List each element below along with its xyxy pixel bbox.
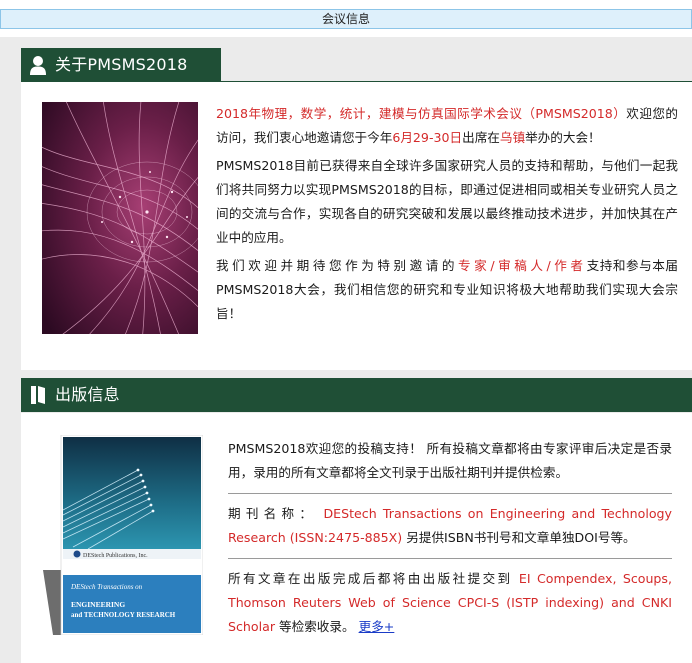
indexing-text-a: 所有文章在出版完成后都将由出版社提交到 <box>228 571 513 586</box>
more-link[interactable]: 更多+ <box>359 619 395 634</box>
indexing-info: 所有文章在出版完成后都将由出版社提交到 EI Compendex, Scoups… <box>228 567 672 647</box>
about-tab: 关于PMSMS2018 <box>21 48 221 82</box>
about-p1-text-b: 出席在 <box>462 130 500 145</box>
svg-text:DEStech Publications, Inc.: DEStech Publications, Inc. <box>83 553 148 559</box>
divider <box>228 493 672 494</box>
about-card: 2018年物理，数学，统计，建模与仿真国际学术会议（PMSMS2018）欢迎您的… <box>21 82 692 405</box>
about-image <box>42 102 198 334</box>
conference-name: 2018年物理，数学，统计，建模与仿真国际学术会议（PMSMS2018） <box>216 106 627 121</box>
about-p1-text-c: 举办的大会！ <box>525 130 601 145</box>
about-paragraph-1: 2018年物理，数学，统计，建模与仿真国际学术会议（PMSMS2018）欢迎您的… <box>216 102 678 150</box>
publication-tab-title: 出版信息 <box>55 385 120 404</box>
publication-text: PMSMS2018欢迎您的投稿支持！ 所有投稿文章都将由专家评审后决定是否录用，… <box>228 437 672 647</box>
journal-label: 期刊名称： <box>228 506 318 521</box>
journal-cover: DEStech Publications, Inc. DEStech Trans… <box>43 434 204 636</box>
publication-card: DEStech Publications, Inc. DEStech Trans… <box>21 413 692 663</box>
section-header-title: 会议信息 <box>321 12 370 26</box>
section-header: 会议信息 <box>0 9 692 29</box>
about-tab-title: 关于PMSMS2018 <box>55 55 188 74</box>
svg-text:and TECHNOLOGY RESEARCH: and TECHNOLOGY RESEARCH <box>71 611 176 619</box>
publication-tab: 出版信息 <box>21 378 692 412</box>
about-panel: 关于PMSMS2018 2018年物理，数学，统计，建模与仿真国际学术会议（PM… <box>0 37 692 405</box>
about-text: 2018年物理，数学，统计，建模与仿真国际学术会议（PMSMS2018）欢迎您的… <box>216 102 678 330</box>
person-icon <box>21 48 55 82</box>
svg-text:DEStech Transactions on: DEStech Transactions on <box>70 583 143 591</box>
publication-intro: PMSMS2018欢迎您的投稿支持！ 所有投稿文章都将由专家评审后决定是否录用，… <box>228 441 672 480</box>
book-icon <box>21 378 55 412</box>
about-paragraph-3: 我们欢迎并期待您作为特别邀请的专家/审稿人/作者支持和参与本届PMSMS2018… <box>216 254 678 326</box>
journal-info: 期刊名称： DEStech Transactions on Engineerin… <box>228 502 672 558</box>
svg-text:ENGINEERING: ENGINEERING <box>71 600 125 609</box>
publication-panel: 出版信息 DEStech Publications, Inc. DEStech … <box>0 370 692 663</box>
about-p3-text-a: 我们欢迎并期待您作为特别邀请的 <box>216 258 459 273</box>
about-paragraph-2: PMSMS2018目前已获得来自全球许多国家研究人员的支持和帮助，与他们一起我们… <box>216 158 678 245</box>
journal-tail: 另提供ISBN书刊号和文章单独DOI号等。 <box>406 530 636 545</box>
divider <box>228 558 672 559</box>
conference-date: 6月29-30日 <box>392 130 463 145</box>
indexing-text-b: 等检索收录。 <box>279 619 355 634</box>
invited-roles: 专家/审稿人/作者 <box>458 258 587 273</box>
conference-place: 乌镇 <box>499 130 526 145</box>
